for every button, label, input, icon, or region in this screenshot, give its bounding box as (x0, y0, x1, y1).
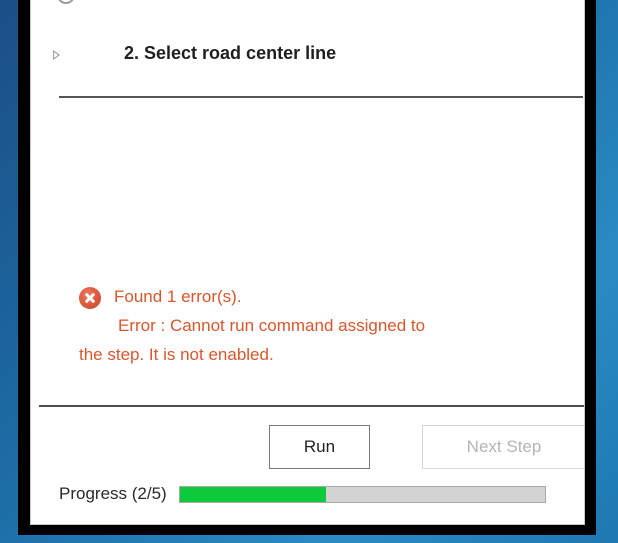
footer-divider (39, 405, 584, 407)
error-detail-line-1: Error : Cannot run command assigned to (118, 316, 426, 335)
window-frame: 2. Select road center line Found 1 error… (18, 0, 596, 535)
step-header[interactable]: 2. Select road center line (53, 38, 336, 68)
error-summary: Found 1 error(s). (114, 287, 242, 306)
workflow-pane: 2. Select road center line Found 1 error… (30, 0, 585, 525)
step-title: 2. Select road center line (124, 42, 337, 63)
next-step-button[interactable]: Next Step (422, 425, 584, 469)
progress-row: Progress (2/5) (59, 480, 546, 508)
header-divider (59, 96, 583, 98)
expand-triangle-icon[interactable] (53, 50, 60, 60)
error-text: Found 1 error(s). Error : Cannot run com… (79, 282, 426, 369)
error-message: Found 1 error(s). Error : Cannot run com… (79, 282, 559, 369)
progress-bar (178, 485, 546, 503)
error-detail-line-2: the step. It is not enabled. (79, 345, 274, 364)
progress-bar-fill (179, 486, 326, 502)
run-button[interactable]: Run (269, 425, 370, 469)
error-circle-x-icon (79, 287, 101, 309)
previous-step-indicator-icon (57, 0, 75, 4)
progress-label: Progress (2/5) (59, 484, 167, 503)
